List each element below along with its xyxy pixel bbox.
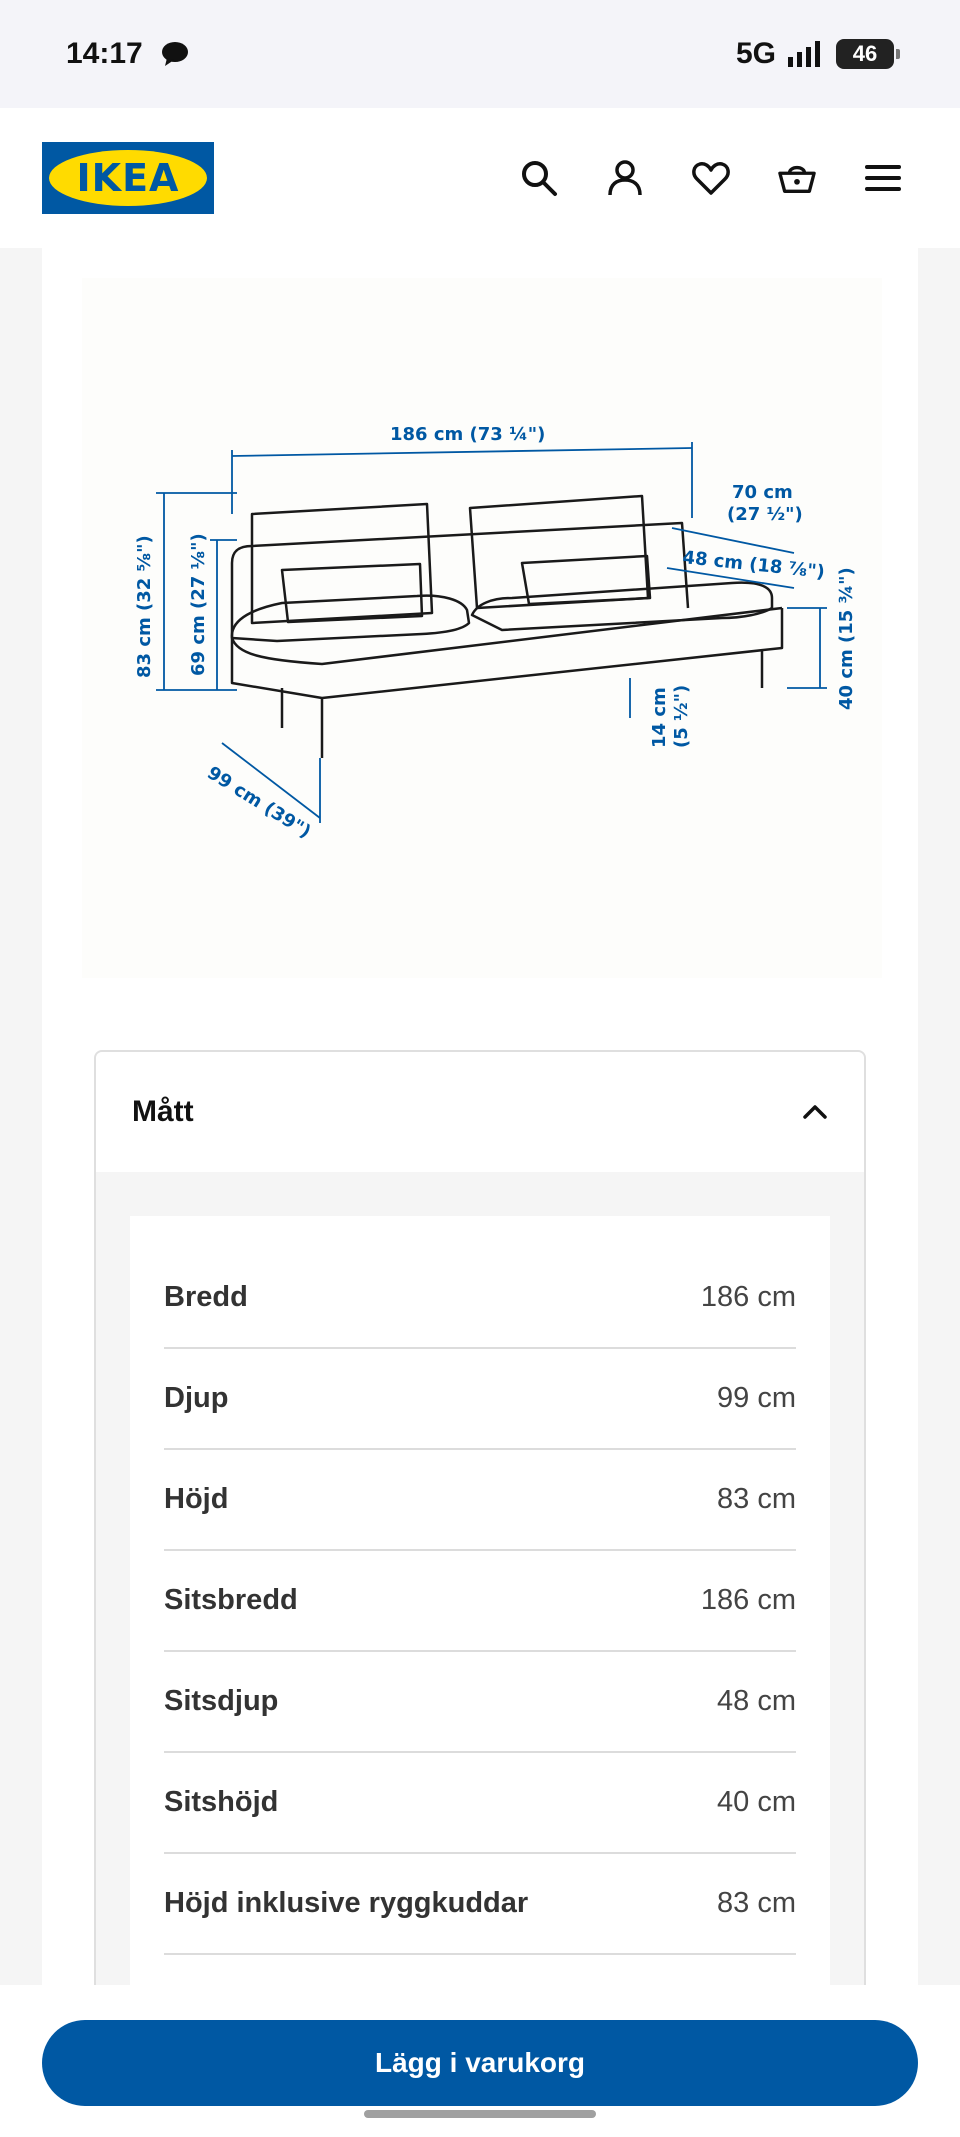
dimension-row: Sitshöjd 40 cm (164, 1753, 796, 1854)
dimension-label: Höjd inklusive ryggkuddar (164, 1887, 529, 1919)
leg-height-in-label: (5 ½") (671, 685, 692, 748)
dimension-row: Höjd 83 cm (164, 1450, 796, 1551)
bottom-action-bar: Lägg i varukorg (0, 1985, 960, 2137)
arm-height-dim-label: 69 cm (27 ⅛") (188, 533, 209, 676)
dimension-row: Djup 99 cm (164, 1349, 796, 1450)
dimension-value: 40 cm (717, 1786, 796, 1818)
status-bar: 14:17 5G 46 (0, 0, 960, 108)
home-indicator[interactable] (364, 2110, 596, 2118)
chevron-up-icon[interactable] (800, 1097, 830, 1127)
dimensions-title: Mått (132, 1095, 194, 1128)
heart-icon[interactable] (692, 159, 730, 197)
seat-height-dim-label: 40 cm (15 ¾") (836, 567, 857, 710)
dimension-value: 83 cm (717, 1887, 796, 1919)
profile-icon[interactable] (606, 159, 644, 197)
dimension-value: 99 cm (717, 1382, 796, 1414)
battery-icon: 46 (836, 39, 900, 69)
dimension-row: Sitsbredd 186 cm (164, 1551, 796, 1652)
back-depth-cm-label: 70 cm (732, 482, 793, 503)
add-to-cart-button[interactable]: Lägg i varukorg (42, 2020, 918, 2106)
sofa-drawing: 186 cm (73 ¼") 70 cm (27 ½") 48 cm (18 ⅞… (134, 424, 857, 843)
status-left: 14:17 (66, 37, 189, 71)
site-header: IKEA (0, 108, 960, 248)
dimension-row: Höjd inklusive ryggkuddar 83 cm (164, 1854, 796, 1955)
dimension-value: 83 cm (717, 1483, 796, 1515)
dimension-value: 186 cm (700, 1281, 796, 1313)
dimension-label: Sitshöjd (164, 1786, 279, 1818)
dimension-lines (156, 442, 827, 823)
dimension-row: Bredd 186 cm (164, 1216, 796, 1349)
seat-depth-dim-label: 48 cm (18 ⅞") (681, 547, 825, 583)
dimensions-list: Bredd 186 cm Djup 99 cm Höjd 83 cm Sitsb… (130, 1216, 830, 2000)
chat-bubble-icon (161, 42, 188, 66)
dimension-label: Höjd (164, 1483, 229, 1515)
dimension-label: Sitsbredd (164, 1584, 298, 1616)
basket-icon[interactable] (778, 159, 816, 197)
dimension-label: Bredd (164, 1281, 248, 1313)
search-icon[interactable] (520, 159, 558, 197)
network-label: 5G (735, 37, 776, 70)
dimension-label: Sitsdjup (164, 1685, 279, 1717)
dimension-label: Djup (164, 1382, 229, 1414)
dimension-value: 186 cm (700, 1584, 796, 1616)
signal-icon (788, 41, 820, 67)
dimensions-accordion: Mått Bredd 186 cm Djup 99 cm Höjd 83 cm … (94, 1050, 866, 2000)
status-time: 14:17 (66, 37, 143, 70)
depth-dim-label: 99 cm (39") (203, 762, 314, 842)
ikea-logo[interactable]: IKEA (42, 142, 214, 214)
status-right: 5G 46 (735, 37, 900, 71)
sofa-outline (230, 494, 784, 758)
dimensions-accordion-header[interactable]: Mått (96, 1052, 864, 1172)
back-depth-in-label: (27 ½") (727, 504, 803, 525)
menu-icon[interactable] (864, 159, 902, 197)
leg-height-cm-label: 14 cm (649, 687, 670, 748)
width-dim-label: 186 cm (73 ¼") (390, 424, 545, 445)
header-icons (520, 159, 918, 197)
sofa-dimension-diagram: 186 cm (73 ¼") 70 cm (27 ½") 48 cm (18 ⅞… (82, 278, 882, 978)
height-dim-label: 83 cm (32 ⅝") (134, 535, 155, 678)
dimension-row: Sitsdjup 48 cm (164, 1652, 796, 1753)
logo-text: IKEA (49, 150, 207, 206)
dimension-value: 48 cm (717, 1685, 796, 1717)
